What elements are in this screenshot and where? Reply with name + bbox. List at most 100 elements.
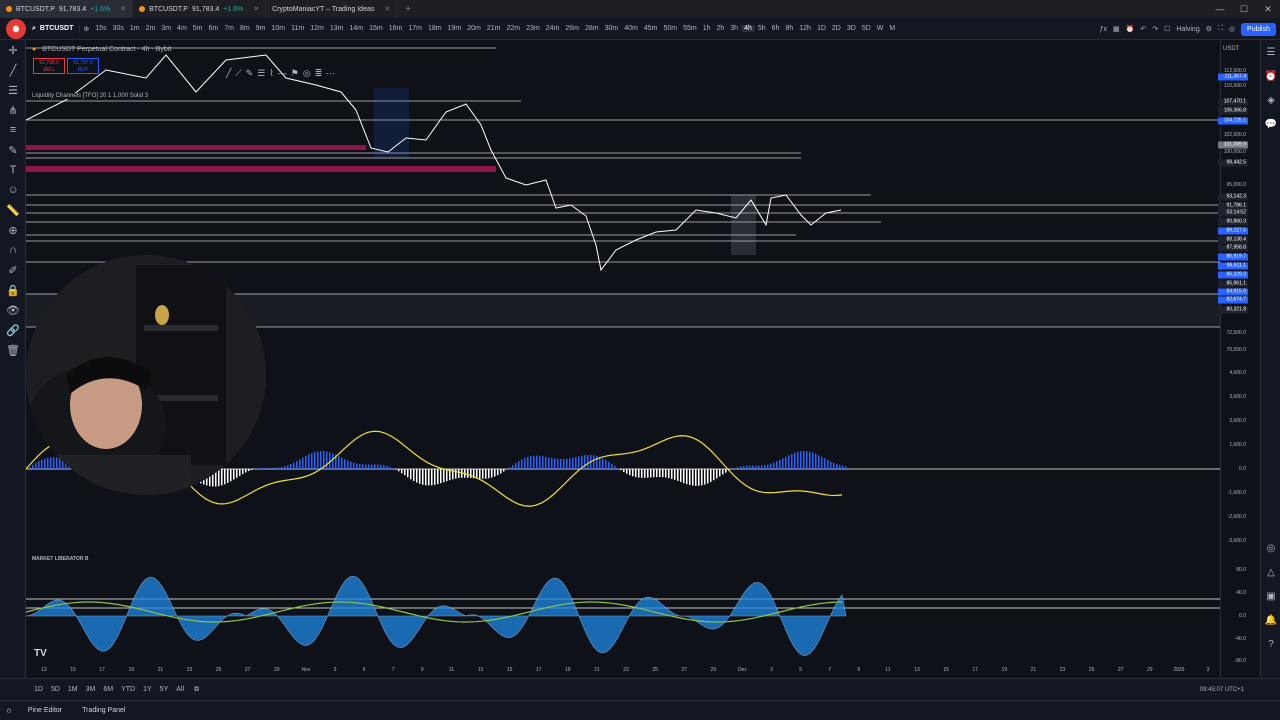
halving-checkbox[interactable]: ☐ [1164, 25, 1170, 33]
range-6M[interactable]: 6M [99, 686, 117, 693]
timeframe-2h[interactable]: 2h [713, 25, 727, 32]
trash-icon[interactable]: 🗑 [0, 340, 26, 360]
undo-icon[interactable]: ↶ [1140, 25, 1146, 33]
range-1D[interactable]: 1D [30, 686, 47, 693]
timeframe-9m[interactable]: 9m [253, 25, 269, 32]
link-icon[interactable]: 🔗 [0, 320, 26, 340]
timeframe-2D[interactable]: 2D [829, 25, 844, 32]
chat-icon[interactable]: 💬 [1261, 112, 1280, 136]
line-icon[interactable]: ╱ [226, 68, 231, 79]
timeframe-W[interactable]: W [874, 25, 887, 32]
layers-icon[interactable]: ◈ [1261, 88, 1280, 112]
timeframe-8h[interactable]: 8h [782, 25, 796, 32]
alerts-icon[interactable]: ⏰ [1261, 64, 1280, 88]
timeframe-18m[interactable]: 18m [425, 25, 445, 32]
browser-tab-3[interactable]: CryptoManiacYT – Trading Ideas ✕ [266, 0, 398, 18]
timeframe-2m[interactable]: 2m [143, 25, 159, 32]
close-window-icon[interactable]: ✕ [1256, 0, 1280, 18]
timeframe-5D[interactable]: 5D [859, 25, 874, 32]
new-tab-button[interactable]: + [397, 4, 419, 15]
more-icon[interactable]: ⋯ [326, 68, 335, 79]
redo-icon[interactable]: ↷ [1152, 25, 1158, 33]
pattern-icon[interactable]: ☺ [0, 180, 26, 200]
brush-icon[interactable]: ✎ [0, 140, 26, 160]
timeframe-16m[interactable]: 16m [386, 25, 406, 32]
timeframe-23m[interactable]: 23m [523, 25, 543, 32]
minus-icon[interactable]: — [278, 68, 287, 79]
help-icon[interactable]: ? [1261, 632, 1280, 656]
symbol-search[interactable]: ⌕ BTCUSDT [32, 24, 81, 33]
timeframe-14m[interactable]: 14m [346, 25, 366, 32]
pen-icon[interactable]: ✎ [246, 68, 254, 79]
timeframe-15s[interactable]: 15s [92, 25, 109, 32]
cursor-icon[interactable]: ✛ [0, 40, 26, 60]
trend-line-icon[interactable]: ╱ [0, 60, 26, 80]
add-symbol-icon[interactable]: ⊕ [80, 25, 92, 33]
range-1M[interactable]: 1M [64, 686, 82, 693]
brush-icon[interactable]: ⌇ [269, 68, 273, 79]
calendar-icon[interactable]: ▣ [1261, 584, 1280, 608]
publish-button[interactable]: Publish [1241, 22, 1276, 36]
ray-icon[interactable]: ⟋ [235, 68, 241, 79]
eye-icon[interactable]: 👁 [0, 300, 26, 320]
currency-label[interactable]: USDT [1223, 46, 1239, 52]
lock-drawing-icon[interactable]: ✐ [0, 260, 26, 280]
fib-icon[interactable]: ≡ [0, 120, 26, 140]
watchlist-icon[interactable]: ☰ [1261, 40, 1280, 64]
range-3M[interactable]: 3M [82, 686, 100, 693]
timeframe-6m[interactable]: 6m [206, 25, 222, 32]
timeframe-22m[interactable]: 22m [503, 25, 523, 32]
price-scale[interactable]: USDT 112,500.0 110,000.0 102,500.0 100,000.… [1218, 40, 1260, 678]
range-1Y[interactable]: 1Y [139, 686, 156, 693]
timeframe-26m[interactable]: 26m [562, 25, 582, 32]
target-icon[interactable]: ◎ [303, 68, 311, 79]
timeframe-28m[interactable]: 28m [582, 25, 602, 32]
minimize-icon[interactable]: — [1208, 0, 1232, 18]
indicator-legend[interactable]: Liquidity Channels [TFO] 20 1 1,000 Soli… [32, 93, 149, 99]
trading-panel-tab[interactable]: Trading Panel [72, 707, 135, 714]
timeframe-17m[interactable]: 17m [405, 25, 425, 32]
alert-icon[interactable]: ⏰ [1126, 25, 1135, 33]
date-range-icon[interactable]: ⧉ [194, 686, 199, 694]
timeframe-1D[interactable]: 1D [814, 25, 829, 32]
timeframe-8m[interactable]: 8m [237, 25, 253, 32]
camera-icon[interactable]: ◎ [1229, 25, 1235, 33]
pitchfork-icon[interactable]: ⋔ [0, 100, 26, 120]
horizontal-lines-icon[interactable]: ☰ [0, 80, 26, 100]
timeframe-7m[interactable]: 7m [221, 25, 237, 32]
settings-icon[interactable]: ≣ [315, 68, 323, 79]
ideas-icon[interactable]: △ [1261, 560, 1280, 584]
flag-icon[interactable]: ⚑ [291, 68, 299, 79]
timeframe-4h[interactable]: 4h [741, 25, 755, 32]
timeframe-M[interactable]: M [886, 25, 898, 32]
timeframe-4m[interactable]: 4m [174, 25, 190, 32]
timeframe-11m[interactable]: 11m [288, 25, 307, 32]
timeframe-3h[interactable]: 3h [727, 25, 741, 32]
user-avatar[interactable]: ◉ [6, 18, 26, 39]
timeframe-40m[interactable]: 40m [621, 25, 641, 32]
list-icon[interactable]: ☰ [257, 68, 265, 79]
target-icon[interactable]: ◎ [1261, 536, 1280, 560]
range-5D[interactable]: 5D [47, 686, 64, 693]
indicators-icon[interactable]: ƒx [1100, 26, 1107, 33]
timeframe-50m[interactable]: 50m [660, 25, 680, 32]
close-tab-icon[interactable]: ✕ [120, 5, 126, 13]
timeframe-5h[interactable]: 5h [755, 25, 769, 32]
layout-icon[interactable]: ▦ [1113, 25, 1120, 33]
timeframe-1h[interactable]: 1h [700, 25, 714, 32]
timeframe-3D[interactable]: 3D [844, 25, 859, 32]
maximize-icon[interactable]: ☐ [1232, 0, 1256, 18]
timeframe-12m[interactable]: 12m [307, 25, 327, 32]
timeframe-21m[interactable]: 21m [484, 25, 504, 32]
timeframe-5m[interactable]: 5m [190, 25, 206, 32]
range-5Y[interactable]: 5Y [156, 686, 173, 693]
timeframe-19m[interactable]: 19m [445, 25, 465, 32]
browser-tab-2[interactable]: BTCUSDT.P 91,783.4 +1.6% ✕ [133, 0, 267, 18]
timeframe-12h[interactable]: 12h [796, 25, 814, 32]
timeframe-13m[interactable]: 13m [327, 25, 347, 32]
fullscreen-icon[interactable]: ⛶ [1218, 25, 1223, 33]
text-icon[interactable]: T [0, 160, 26, 180]
ruler-icon[interactable]: 📏 [0, 200, 26, 220]
timeframe-10m[interactable]: 10m [268, 25, 288, 32]
timeframe-55m[interactable]: 55m [680, 25, 700, 32]
